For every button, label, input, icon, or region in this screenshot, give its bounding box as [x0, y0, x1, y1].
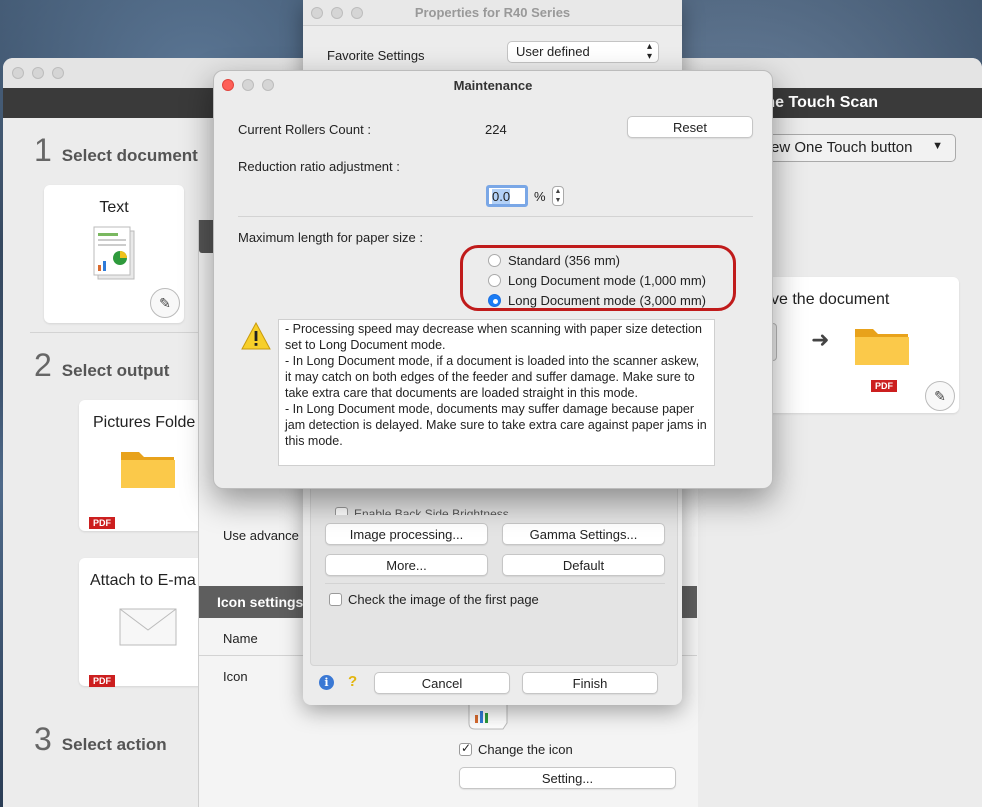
finish-button[interactable]: Finish: [522, 672, 658, 694]
close-button[interactable]: [311, 7, 323, 19]
change-icon-checkbox[interactable]: Change the icon: [459, 741, 573, 757]
minimize-button[interactable]: [32, 67, 44, 79]
check-first-page-label: Check the image of the first page: [348, 592, 539, 607]
favorite-settings-label: Favorite Settings: [327, 48, 425, 63]
output-card-attach-email[interactable]: Attach to E-ma PDF: [79, 558, 205, 687]
maintenance-title: Maintenance: [453, 78, 533, 93]
edit-pencil-icon[interactable]: ✎: [925, 381, 955, 411]
step-number: 2: [34, 347, 52, 383]
cancel-button[interactable]: Cancel: [374, 672, 510, 694]
use-advanced-label: Use advance: [223, 528, 299, 543]
warning-text-box: - Processing speed may decrease when sca…: [278, 319, 715, 466]
zoom-button[interactable]: [52, 67, 64, 79]
dialog-divider: [238, 216, 753, 217]
card-title: Attach to E-ma: [90, 572, 196, 589]
step-1: 1 Select document: [34, 132, 198, 169]
max-length-label: Maximum length for paper size :: [238, 230, 423, 245]
icon-label: Icon: [223, 669, 248, 684]
document-chart-icon: [468, 705, 508, 730]
panel-divider: [325, 583, 665, 584]
name-label: Name: [223, 631, 258, 646]
help-icon[interactable]: ?: [348, 673, 357, 690]
close-button[interactable]: [12, 67, 24, 79]
highlight-ring: [460, 245, 736, 311]
step-3: 3 Select action: [34, 721, 167, 758]
ratio-stepper[interactable]: ▲ ▼: [552, 186, 564, 206]
check-first-page-option[interactable]: Check the image of the first page: [329, 592, 539, 607]
step-label: Select action: [61, 735, 167, 754]
view-one-touch-button[interactable]: ew One Touch button ▼: [760, 134, 956, 162]
pdf-badge: PDF: [871, 380, 897, 392]
image-processing-button[interactable]: Image processing...: [325, 523, 488, 545]
default-button[interactable]: Default: [502, 554, 665, 576]
image-settings-panel: Enable Back Side Brightness Image proces…: [310, 480, 678, 666]
reduction-ratio-input[interactable]: 0.0: [486, 185, 528, 207]
setting-button[interactable]: Setting...: [459, 767, 676, 789]
info-icon[interactable]: i: [319, 675, 334, 690]
checkbox-checked[interactable]: [459, 741, 472, 756]
percent-unit: %: [534, 189, 546, 204]
minimize-button[interactable]: [331, 7, 343, 19]
app-title: ne Touch Scan: [765, 94, 878, 111]
rollers-count-label: Current Rollers Count :: [238, 122, 371, 137]
icon-settings-title: Icon settings: [217, 594, 304, 610]
section-divider: [30, 332, 205, 333]
document-card-text[interactable]: Text ✎: [44, 185, 184, 323]
warning-icon: [241, 322, 271, 350]
pdf-badge: PDF: [89, 675, 115, 687]
change-icon-label: Change the icon: [478, 742, 573, 757]
caret-down-icon: ▼: [932, 140, 943, 152]
step-label: Select document: [61, 146, 198, 165]
enable-back-brightness-label: Enable Back Side Brightness: [354, 507, 509, 515]
folder-icon: [121, 452, 175, 488]
step-label: Select output: [61, 361, 170, 380]
card-title: Text: [99, 199, 129, 216]
view-button-label: ew One Touch button: [771, 139, 913, 156]
updown-chevron-icon: ▴ ▾: [646, 41, 652, 62]
gamma-settings-button[interactable]: Gamma Settings...: [502, 523, 665, 545]
favorite-settings-select[interactable]: User defined ▴ ▾: [507, 41, 659, 63]
maintenance-dialog: Maintenance Current Rollers Count : 224 …: [213, 70, 773, 489]
checkbox-unchecked[interactable]: [335, 507, 348, 515]
reduction-ratio-value: 0.0: [492, 189, 511, 204]
card-title: Pictures Folde: [93, 414, 196, 431]
checkbox-unchecked[interactable]: [329, 593, 342, 606]
pdf-badge: PDF: [89, 517, 115, 529]
properties-window-controls: [311, 7, 363, 19]
more-button[interactable]: More...: [325, 554, 488, 576]
document-chart-icon: [93, 226, 135, 280]
reset-button[interactable]: Reset: [627, 116, 753, 138]
panel-tab-marker: [199, 220, 213, 253]
zoom-button[interactable]: [351, 7, 363, 19]
favorite-settings-value: User defined: [516, 44, 590, 59]
step-number: 3: [34, 721, 52, 757]
envelope-icon: [119, 608, 177, 646]
folder-icon: [855, 329, 909, 365]
output-card-pictures-folder[interactable]: Pictures Folde PDF: [79, 400, 205, 531]
main-window-controls: [12, 67, 64, 79]
step-number: 1: [34, 132, 52, 168]
edit-pencil-icon[interactable]: ✎: [150, 288, 180, 318]
arrow-right-icon: ➜: [811, 327, 830, 352]
reduction-ratio-label: Reduction ratio adjustment :: [238, 159, 400, 174]
step-2: 2 Select output: [34, 347, 169, 384]
card-title: ve the document: [771, 291, 890, 308]
rollers-count-value: 224: [485, 122, 507, 137]
enable-back-brightness-option[interactable]: Enable Back Side Brightness: [335, 507, 509, 515]
